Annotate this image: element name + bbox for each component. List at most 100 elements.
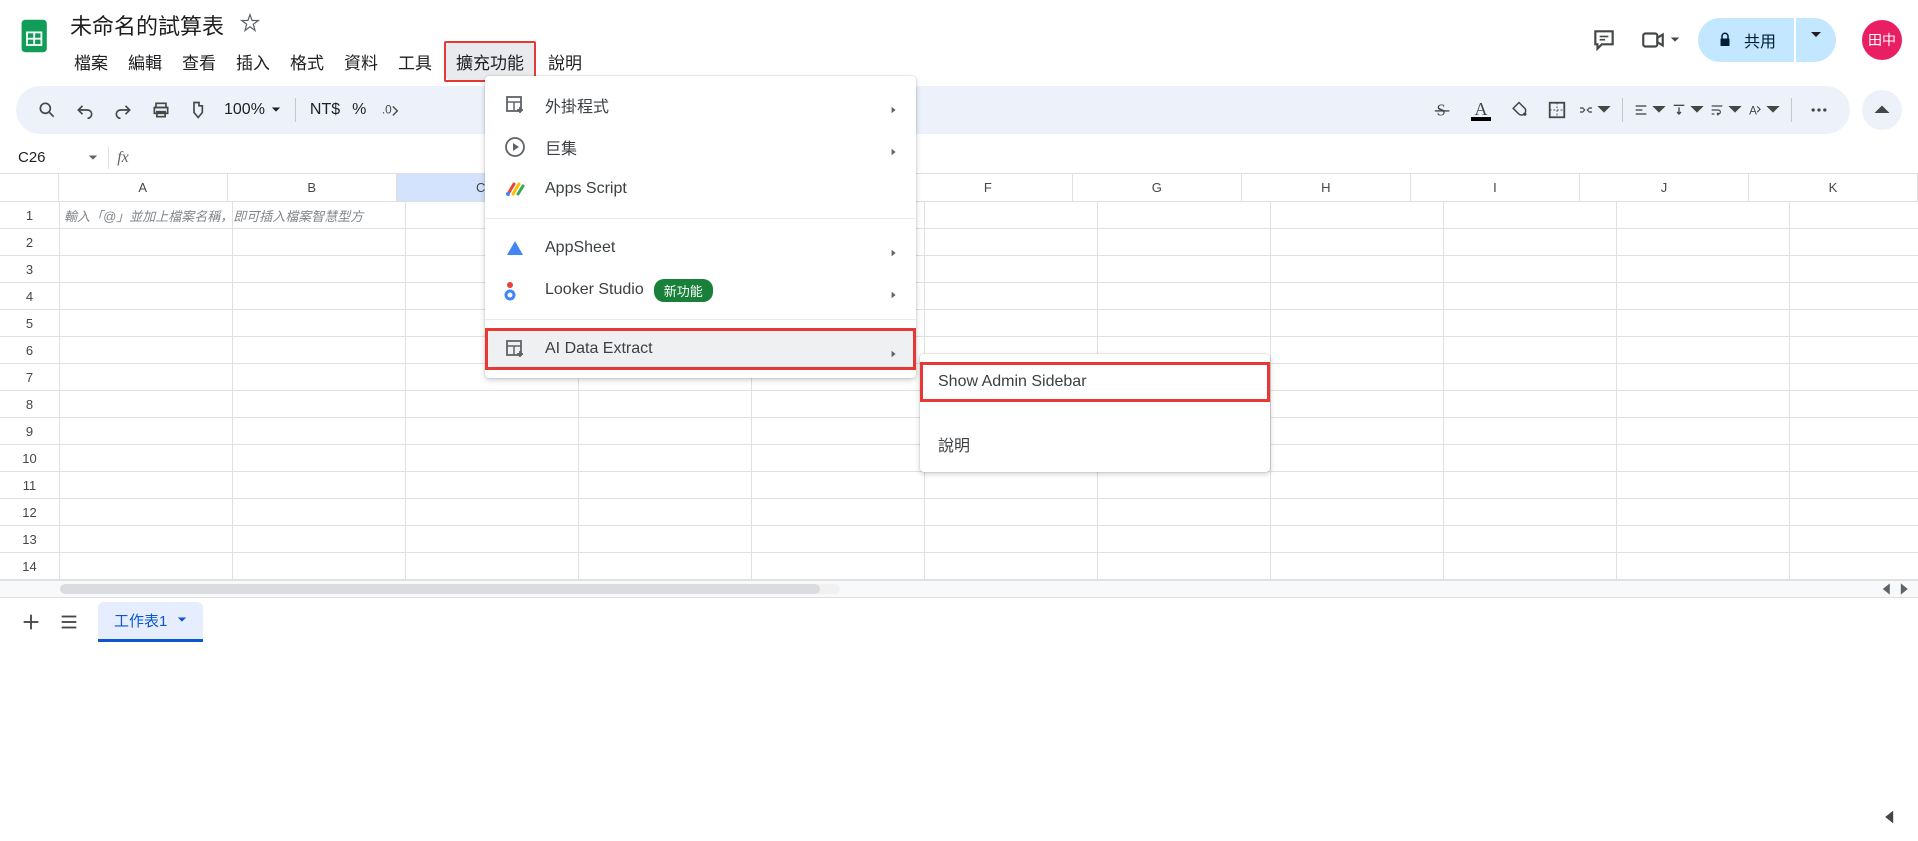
cell-J12[interactable] [1617, 499, 1790, 526]
row-header-3[interactable]: 3 [0, 256, 60, 283]
add-sheet-icon[interactable] [12, 603, 50, 641]
cell-I8[interactable] [1444, 391, 1617, 418]
cell-K8[interactable] [1790, 391, 1918, 418]
all-sheets-icon[interactable] [50, 603, 88, 641]
cell-D9[interactable] [579, 418, 752, 445]
comment-history-icon[interactable] [1586, 22, 1622, 58]
menu-item-外掛程式[interactable]: 外掛程式 [485, 84, 916, 126]
cell-B9[interactable] [233, 418, 406, 445]
cell-A6[interactable] [60, 337, 233, 364]
cell-C14[interactable] [406, 553, 579, 580]
cell-G14[interactable] [1098, 553, 1271, 580]
menu-item-looker-studio[interactable]: Looker Studio新功能 [485, 269, 916, 311]
cell-C13[interactable] [406, 526, 579, 553]
col-header-G[interactable]: G [1073, 174, 1242, 201]
row-header-13[interactable]: 13 [0, 526, 60, 553]
cell-B3[interactable] [233, 256, 406, 283]
cell-A2[interactable] [60, 229, 233, 256]
cell-F1[interactable] [925, 202, 1098, 229]
print-icon[interactable] [144, 93, 178, 127]
cell-I4[interactable] [1444, 283, 1617, 310]
cell-K14[interactable] [1790, 553, 1918, 580]
cell-H13[interactable] [1271, 526, 1444, 553]
cell-H4[interactable] [1271, 283, 1444, 310]
cell-A4[interactable] [60, 283, 233, 310]
cell-H12[interactable] [1271, 499, 1444, 526]
paint-format-icon[interactable] [182, 93, 216, 127]
cell-E12[interactable] [752, 499, 925, 526]
menu-資料[interactable]: 資料 [334, 43, 388, 80]
cell-I12[interactable] [1444, 499, 1617, 526]
text-wrap-icon[interactable] [1709, 93, 1743, 127]
cell-H11[interactable] [1271, 472, 1444, 499]
row-header-6[interactable]: 6 [0, 337, 60, 364]
cell-B6[interactable] [233, 337, 406, 364]
select-all-corner[interactable] [0, 174, 59, 201]
cell-A7[interactable] [60, 364, 233, 391]
cell-K1[interactable] [1790, 202, 1918, 229]
text-rotation-icon[interactable] [1747, 93, 1781, 127]
cell-A5[interactable] [60, 310, 233, 337]
cell-C9[interactable] [406, 418, 579, 445]
row-header-9[interactable]: 9 [0, 418, 60, 445]
cell-K10[interactable] [1790, 445, 1918, 472]
row-header-10[interactable]: 10 [0, 445, 60, 472]
menu-item-巨集[interactable]: 巨集 [485, 126, 916, 168]
cell-G11[interactable] [1098, 472, 1271, 499]
cell-K12[interactable] [1790, 499, 1918, 526]
scroll-left-icon[interactable] [1880, 582, 1894, 596]
cell-B5[interactable] [233, 310, 406, 337]
cell-D13[interactable] [579, 526, 752, 553]
percent-button[interactable]: % [346, 101, 372, 119]
cell-J8[interactable] [1617, 391, 1790, 418]
horizontal-align-icon[interactable] [1633, 93, 1667, 127]
cell-B12[interactable] [233, 499, 406, 526]
cell-B7[interactable] [233, 364, 406, 391]
cell-F5[interactable] [925, 310, 1098, 337]
collapse-toolbar-icon[interactable] [1862, 90, 1902, 130]
cell-H8[interactable] [1271, 391, 1444, 418]
zoom-dropdown[interactable]: 100% [218, 101, 287, 119]
cell-K9[interactable] [1790, 418, 1918, 445]
col-header-B[interactable]: B [228, 174, 397, 201]
cell-B10[interactable] [233, 445, 406, 472]
cell-J6[interactable] [1617, 337, 1790, 364]
col-header-I[interactable]: I [1411, 174, 1580, 201]
cell-J7[interactable] [1617, 364, 1790, 391]
row-header-1[interactable]: 1 [0, 202, 60, 229]
scroll-right-icon[interactable] [1898, 582, 1912, 596]
cell-E11[interactable] [752, 472, 925, 499]
vertical-align-icon[interactable] [1671, 93, 1705, 127]
cell-F3[interactable] [925, 256, 1098, 283]
cell-A3[interactable] [60, 256, 233, 283]
text-color-icon[interactable]: A [1464, 93, 1498, 127]
cell-H7[interactable] [1271, 364, 1444, 391]
col-header-K[interactable]: K [1749, 174, 1918, 201]
currency-button[interactable]: NT$ [304, 101, 346, 119]
cell-K4[interactable] [1790, 283, 1918, 310]
cell-J5[interactable] [1617, 310, 1790, 337]
cell-F11[interactable] [925, 472, 1098, 499]
cell-G2[interactable] [1098, 229, 1271, 256]
cell-J9[interactable] [1617, 418, 1790, 445]
cell-B8[interactable] [233, 391, 406, 418]
cell-I13[interactable] [1444, 526, 1617, 553]
cell-I6[interactable] [1444, 337, 1617, 364]
menu-插入[interactable]: 插入 [226, 43, 280, 80]
cell-A9[interactable] [60, 418, 233, 445]
cell-I2[interactable] [1444, 229, 1617, 256]
cell-D8[interactable] [579, 391, 752, 418]
cell-J13[interactable] [1617, 526, 1790, 553]
cell-I5[interactable] [1444, 310, 1617, 337]
fill-color-icon[interactable] [1502, 93, 1536, 127]
cell-I11[interactable] [1444, 472, 1617, 499]
search-menu-icon[interactable] [30, 93, 64, 127]
cell-C11[interactable] [406, 472, 579, 499]
menu-格式[interactable]: 格式 [280, 43, 334, 80]
row-header-8[interactable]: 8 [0, 391, 60, 418]
cell-I9[interactable] [1444, 418, 1617, 445]
cell-H3[interactable] [1271, 256, 1444, 283]
cell-G12[interactable] [1098, 499, 1271, 526]
cell-D10[interactable] [579, 445, 752, 472]
cell-H5[interactable] [1271, 310, 1444, 337]
